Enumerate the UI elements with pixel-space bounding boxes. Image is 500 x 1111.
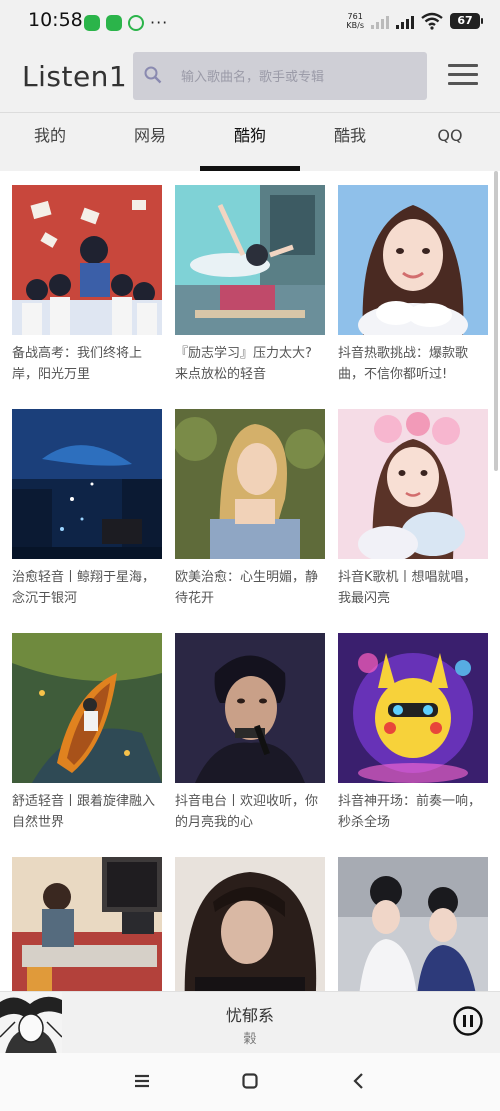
search-bar[interactable] bbox=[133, 52, 427, 100]
battery-icon: 67 bbox=[450, 13, 483, 29]
playlist-cover[interactable] bbox=[175, 857, 325, 991]
playlist-cover[interactable] bbox=[175, 633, 325, 783]
message-notification-icon bbox=[106, 14, 122, 31]
network-speed: 761 KB/s bbox=[346, 12, 364, 30]
playlist-grid-container: 备战高考：我们终将上岸，阳光万里 『励志学习』压力太大? 来点放松的轻音 抖音热… bbox=[0, 171, 500, 991]
playlist-card[interactable]: 欧美治愈：心生明媚，静待花开 bbox=[175, 409, 325, 633]
playlist-title: 治愈轻音丨鲸翔于星海，念沉于银河 bbox=[12, 570, 156, 606]
playlist-card[interactable]: 舒适轻音丨跟着旋律融入自然世界 bbox=[12, 633, 162, 857]
playlist-card[interactable]: 治愈轻音丨鲸翔于星海，念沉于银河 bbox=[12, 409, 162, 633]
signal-sim2-icon bbox=[371, 13, 389, 29]
now-playing-bar[interactable]: 忧郁系 榖 bbox=[0, 991, 500, 1054]
playlist-cover[interactable] bbox=[338, 185, 488, 335]
source-tabs: 我的 网易 酷狗 酷我 QQ bbox=[0, 113, 500, 171]
playlist-card[interactable]: 抖音电台丨欢迎收听，你的月亮我的心 bbox=[175, 633, 325, 857]
home-icon[interactable] bbox=[239, 1070, 261, 1092]
playlist-cover[interactable] bbox=[338, 633, 488, 783]
tab-mine[interactable]: 我的 bbox=[0, 113, 100, 171]
playlist-title: 抖音热歌挑战：爆款歌曲，不信你都听过! bbox=[338, 346, 469, 382]
notification-icons: ··· bbox=[84, 13, 168, 32]
search-input[interactable] bbox=[179, 64, 423, 90]
playlist-title: 抖音K歌机丨想唱就唱，我最闪亮 bbox=[338, 570, 477, 606]
now-playing-artist: 榖 bbox=[243, 1032, 257, 1047]
playlist-cover[interactable] bbox=[175, 409, 325, 559]
status-time: 10:58 bbox=[28, 9, 83, 31]
app-title: Listen1 bbox=[22, 60, 128, 93]
playlist-card[interactable] bbox=[175, 857, 325, 991]
search-icon bbox=[144, 66, 162, 84]
menu-button[interactable] bbox=[448, 64, 478, 88]
playlist-cover[interactable] bbox=[175, 185, 325, 335]
recents-icon[interactable] bbox=[131, 1070, 153, 1092]
playlist-card[interactable]: 抖音热歌挑战：爆款歌曲，不信你都听过! bbox=[338, 185, 488, 409]
playlist-card[interactable] bbox=[12, 857, 162, 991]
now-playing-title: 忧郁系 bbox=[225, 1006, 274, 1025]
playlist-grid: 备战高考：我们终将上岸，阳光万里 『励志学习』压力太大? 来点放松的轻音 抖音热… bbox=[12, 185, 488, 991]
playlist-cover[interactable] bbox=[12, 185, 162, 335]
playlist-card[interactable]: 抖音神开场：前奏一响，秒杀全场 bbox=[338, 633, 488, 857]
system-navigation-bar bbox=[0, 1053, 500, 1111]
playlist-title: 『励志学习』压力太大? 来点放松的轻音 bbox=[175, 346, 312, 382]
playlist-cover[interactable] bbox=[12, 409, 162, 559]
playlist-card[interactable]: 『励志学习』压力太大? 来点放松的轻音 bbox=[175, 185, 325, 409]
wifi-icon bbox=[421, 12, 443, 30]
more-notifications-icon: ··· bbox=[150, 13, 169, 32]
pause-icon[interactable] bbox=[453, 1006, 483, 1036]
playlist-cover[interactable] bbox=[338, 857, 488, 991]
playlist-card[interactable] bbox=[338, 857, 488, 991]
tab-kuwo[interactable]: 酷我 bbox=[300, 113, 400, 171]
scrollbar[interactable] bbox=[494, 171, 498, 471]
tab-qq[interactable]: QQ bbox=[400, 113, 500, 171]
playlist-title: 欧美治愈：心生明媚，静待花开 bbox=[175, 570, 319, 606]
playlist-title: 抖音神开场：前奏一响，秒杀全场 bbox=[338, 794, 482, 830]
playlist-title: 抖音电台丨欢迎收听，你的月亮我的心 bbox=[175, 794, 319, 830]
back-icon[interactable] bbox=[348, 1070, 370, 1092]
tab-kugou[interactable]: 酷狗 bbox=[200, 113, 300, 171]
wechat-notification-icon bbox=[84, 14, 100, 31]
playlist-cover[interactable] bbox=[338, 409, 488, 559]
playlist-cover[interactable] bbox=[12, 857, 162, 991]
playlist-cover[interactable] bbox=[12, 633, 162, 783]
status-bar: 10:58 ··· 761 KB/s 67 bbox=[0, 0, 500, 44]
recycle-notification-icon bbox=[128, 14, 144, 31]
hamburger-menu-icon bbox=[448, 64, 478, 67]
app-header: Listen1 bbox=[0, 44, 500, 113]
playlist-title: 备战高考：我们终将上岸，阳光万里 bbox=[12, 346, 143, 382]
playlist-card[interactable]: 抖音K歌机丨想唱就唱，我最闪亮 bbox=[338, 409, 488, 633]
system-indicators: 761 KB/s 67 bbox=[346, 12, 483, 30]
tab-netease[interactable]: 网易 bbox=[100, 113, 200, 171]
playlist-title: 舒适轻音丨跟着旋律融入自然世界 bbox=[12, 794, 156, 830]
signal-sim1-icon bbox=[396, 13, 414, 29]
playlist-card[interactable]: 备战高考：我们终将上岸，阳光万里 bbox=[12, 185, 162, 409]
